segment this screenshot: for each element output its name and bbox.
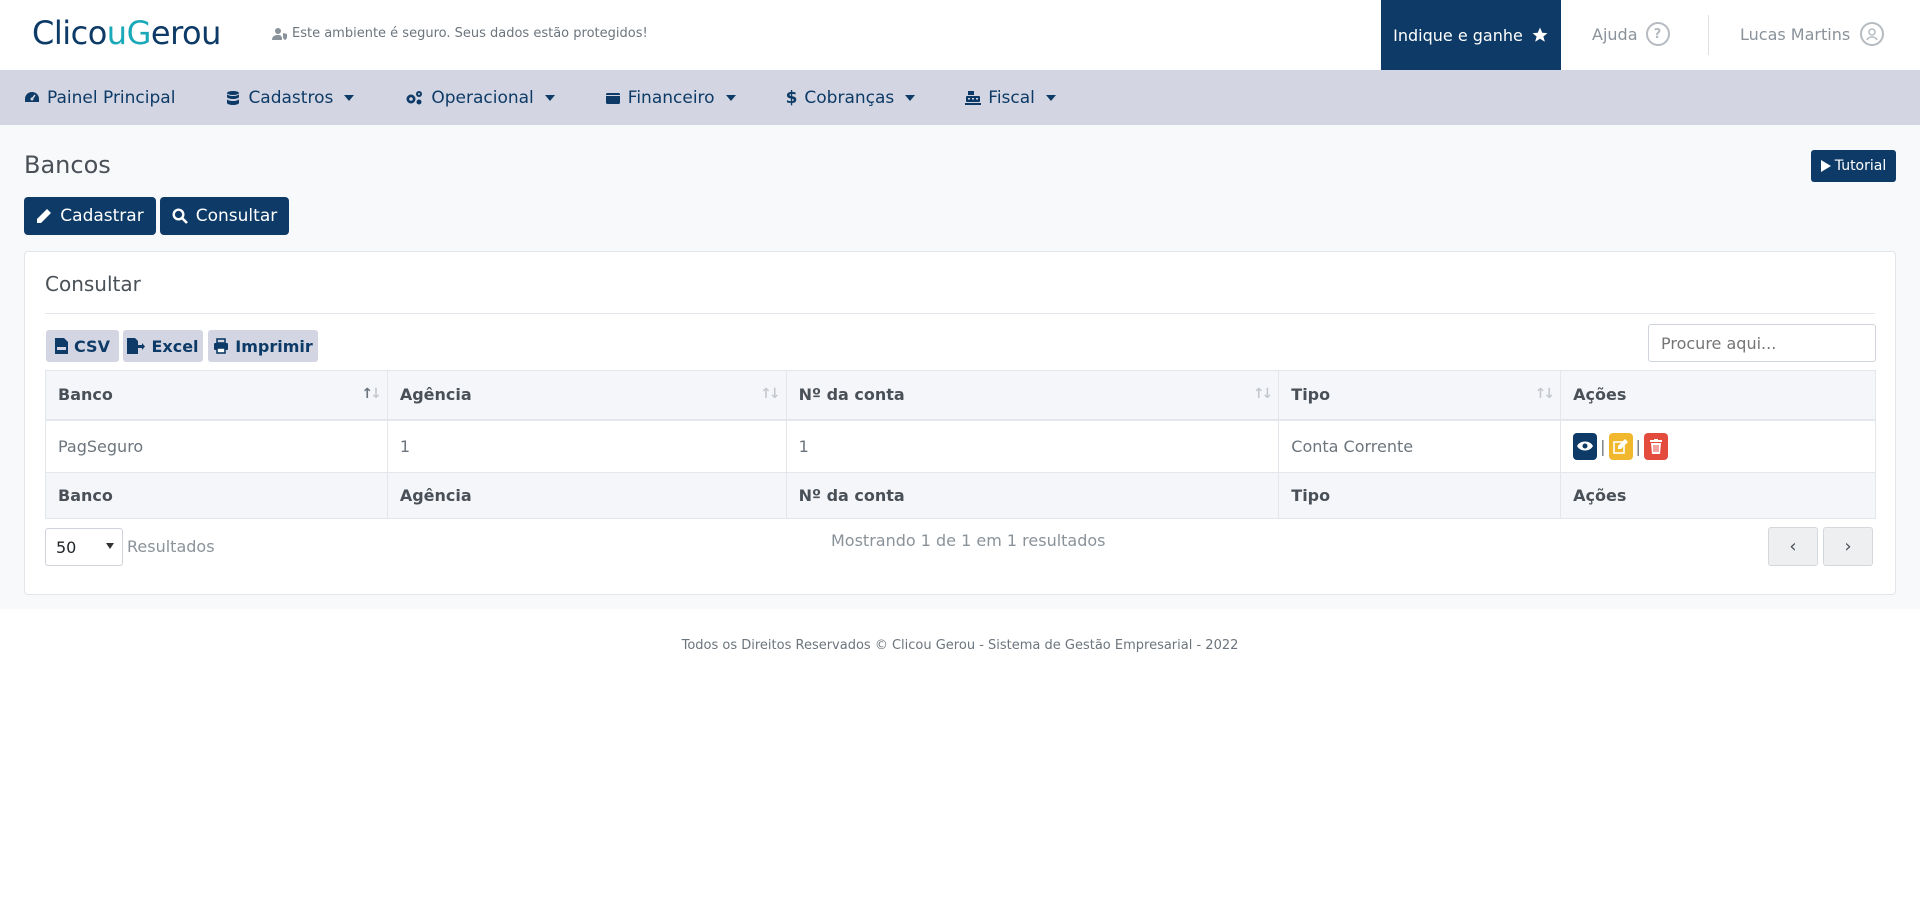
main-content: Bancos Tutorial Cadastrar Consultar Cons… [0,125,1920,609]
nav-item-financeiro[interactable]: Financeiro [605,88,736,108]
cash-register-icon [965,90,982,105]
nav-item-operacional[interactable]: Operacional [404,88,555,108]
per-page-select[interactable]: 50 [45,528,123,566]
chevron-down-icon [725,94,736,101]
table-footer-row: Banco Agência Nº da conta Tipo Ações [45,472,1876,519]
chevron-down-icon [106,543,114,549]
wallet-icon [605,92,620,104]
chevron-down-icon [1045,94,1056,101]
eye-icon [1577,441,1594,451]
table-header-row: Banco ↑↓ Agência ↑↓ Nº da conta ↑↓ Tipo ↑↓ A… [45,370,1876,421]
header-divider [1708,15,1709,55]
printer-icon [214,338,229,354]
column-header-banco[interactable]: Banco ↑↓ [45,370,388,421]
page-title: Bancos [24,151,111,179]
previous-page-button[interactable]: ‹ [1768,527,1818,566]
help-link[interactable]: Ajuda ? [1592,22,1670,46]
column-header-acoes: Ações [1560,370,1876,421]
pagination-info: Mostrando 1 de 1 em 1 resultados [831,531,1106,550]
banks-table: Banco ↑↓ Agência ↑↓ Nº da conta ↑↓ Tipo ↑↓ A… [45,370,1876,519]
nav-item-cobrancas[interactable]: $ Cobranças [786,88,916,108]
card-title: Consultar [45,272,141,296]
cell-banco: PagSeguro [45,419,388,473]
sort-icon: ↑↓ [1534,386,1556,402]
cell-tipo: Conta Corrente [1278,419,1562,473]
column-header-agencia[interactable]: Agência ↑↓ [386,370,787,421]
play-icon [1820,160,1831,172]
results-label: Resultados [127,537,215,556]
gears-icon [406,90,423,104]
trash-icon [1649,438,1662,454]
next-page-button[interactable]: › [1823,527,1873,566]
pencil-icon [37,209,52,223]
chevron-down-icon [344,94,355,101]
security-notice: Este ambiente é seguro. Seus dados estão… [272,26,648,41]
user-shield-icon [272,27,287,40]
brand-logo[interactable]: Clico u Gerou [32,14,221,52]
table-row: PagSeguro 1 1 Conta Corrente | | [45,419,1876,473]
column-header-tipo[interactable]: Tipo ↑↓ [1278,370,1562,421]
view-button[interactable] [1573,432,1598,460]
edit-icon [1613,438,1629,454]
star-icon [1532,27,1548,42]
export-csv-button[interactable]: CSV [46,330,119,362]
print-button[interactable]: Imprimir [208,330,318,362]
sort-icon: ↑↓ [361,386,382,402]
main-nav: Painel Principal Cadastros Operacional F… [0,70,1920,125]
delete-button[interactable] [1643,432,1668,460]
search-icon [172,208,188,224]
chevron-down-icon [544,94,555,101]
footer-copyright: Todos os Direitos Reservados © Clicou Ge… [681,638,1239,653]
nav-item-painel[interactable]: Painel Principal [24,88,175,108]
file-export-icon [127,338,146,354]
query-card: Consultar CSV Excel Imprimir Banco↑↓ Agê… [24,251,1896,595]
cell-acoes: | | [1560,419,1876,473]
sort-icon: ↑↓ [1252,386,1274,402]
nav-item-fiscal[interactable]: Fiscal [965,88,1056,108]
user-circle-icon [1860,22,1885,46]
chevron-down-icon [905,94,916,101]
user-menu[interactable]: Lucas Martins [1740,22,1885,46]
sort-icon: ↑↓ [760,386,781,402]
question-circle-icon: ? [1645,22,1670,46]
nav-item-cadastros[interactable]: Cadastros [225,88,355,108]
tutorial-button[interactable]: Tutorial [1811,150,1896,182]
query-button[interactable]: Consultar [160,197,289,235]
cell-conta: 1 [785,419,1280,473]
file-csv-icon [55,338,69,354]
top-bar: Clico u Gerou Este ambiente é seguro. Seus… [0,0,1920,70]
dashboard-icon [25,91,39,102]
dollar-icon: $ [785,87,798,108]
search-input[interactable] [1648,324,1876,362]
database-icon [227,90,240,105]
referral-button[interactable]: Indique e ganhe [1381,0,1561,70]
column-header-conta[interactable]: Nº da conta ↑↓ [785,370,1280,421]
register-button[interactable]: Cadastrar [24,197,156,235]
edit-button[interactable] [1608,432,1633,460]
cell-agencia: 1 [386,419,787,473]
security-text: Este ambiente é seguro. Seus dados estão… [292,26,648,41]
export-excel-button[interactable]: Excel [123,330,203,362]
divider [45,313,1875,314]
